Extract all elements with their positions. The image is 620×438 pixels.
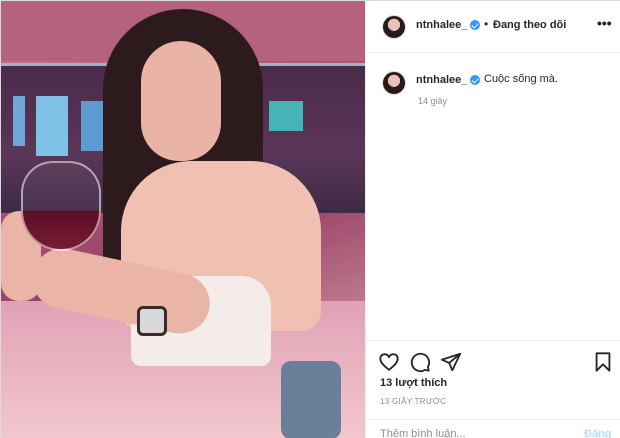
- photo-light: [269, 101, 303, 131]
- caption-comment: ntnhalee_ Cuộc sống mà. 14 giây: [366, 53, 620, 113]
- paper-plane-icon[interactable]: [440, 351, 462, 373]
- add-comment-bar: Đăng: [366, 419, 620, 438]
- photo-light: [13, 96, 25, 146]
- comment-bubble-icon[interactable]: [409, 351, 431, 373]
- caption-username[interactable]: ntnhalee_: [416, 74, 467, 86]
- post-side-panel: ntnhalee_ • Đang theo dõi ••• ntnhalee_ …: [365, 1, 620, 438]
- more-options-icon[interactable]: •••: [597, 15, 612, 31]
- caption-text: Cuộc sống mà.: [484, 73, 558, 85]
- post-photo[interactable]: [1, 1, 365, 438]
- comment-input[interactable]: [380, 428, 560, 438]
- caption-time[interactable]: 14 giây: [418, 96, 447, 106]
- photo-light: [81, 101, 103, 151]
- post-actions: [366, 340, 620, 382]
- photo-light: [36, 96, 68, 156]
- photo-face: [141, 41, 221, 161]
- separator-dot: •: [484, 17, 489, 31]
- photo-jeans: [281, 361, 341, 438]
- author-avatar[interactable]: [382, 15, 406, 39]
- instagram-post: ntnhalee_ • Đang theo dõi ••• ntnhalee_ …: [0, 0, 620, 438]
- caption-avatar[interactable]: [382, 71, 406, 95]
- likes-count[interactable]: 13 lượt thích: [380, 377, 447, 389]
- verified-badge-icon: [470, 20, 480, 30]
- post-comment-button[interactable]: Đăng: [584, 428, 612, 438]
- post-timestamp: 13 GIÂY TRƯỚC: [380, 397, 447, 406]
- photo-wine-glass: [21, 161, 101, 251]
- photo-watch: [137, 306, 167, 336]
- verified-badge-icon: [470, 75, 480, 85]
- post-header: ntnhalee_ • Đang theo dõi •••: [366, 1, 620, 53]
- heart-icon[interactable]: [378, 351, 400, 373]
- bookmark-icon[interactable]: [592, 351, 614, 373]
- follow-status-button[interactable]: Đang theo dõi: [493, 19, 566, 31]
- author-username[interactable]: ntnhalee_: [416, 19, 467, 31]
